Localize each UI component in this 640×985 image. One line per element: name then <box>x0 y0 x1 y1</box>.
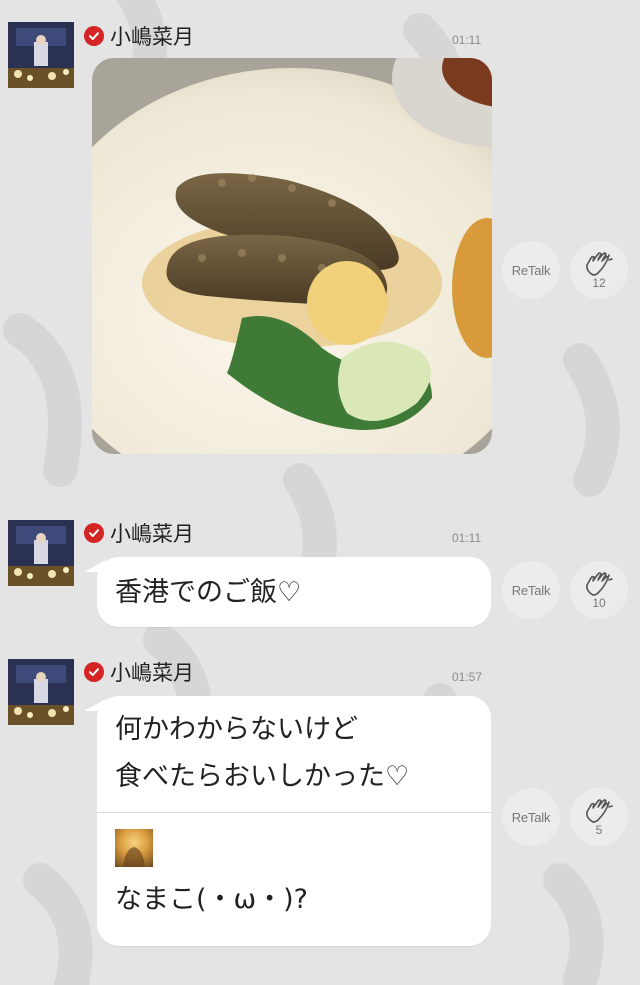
verified-badge-icon <box>84 523 104 543</box>
clap-icon <box>582 251 616 277</box>
retalk-label: ReTalk <box>511 582 551 598</box>
avatar[interactable] <box>8 520 74 586</box>
message-text: 香港でのご飯♡ <box>115 577 302 608</box>
avatar-image <box>8 22 74 88</box>
verified-badge-icon <box>84 26 104 46</box>
reply-thumbnail[interactable] <box>115 829 153 867</box>
clap-icon <box>582 798 616 824</box>
author-name[interactable]: 小嶋菜月 <box>110 518 194 548</box>
reply-divider <box>97 812 491 813</box>
clap-count: 12 <box>592 275 606 290</box>
message-bubble[interactable]: 香港でのご飯♡ <box>97 557 491 627</box>
clap-button[interactable]: 5 <box>570 788 628 846</box>
clap-icon <box>582 571 616 597</box>
message-time: 01:11 <box>452 531 482 545</box>
message-text: 何かわからないけど 食べたらおいしかった♡ <box>115 714 410 792</box>
avatar[interactable] <box>8 22 74 88</box>
message-time: 01:11 <box>452 33 482 47</box>
clap-count: 10 <box>592 595 606 610</box>
retalk-label: ReTalk <box>511 262 551 278</box>
clap-button[interactable]: 10 <box>570 561 628 619</box>
message-photo[interactable] <box>92 58 492 454</box>
author-name[interactable]: 小嶋菜月 <box>110 657 194 687</box>
message-bubble[interactable]: 何かわからないけど 食べたらおいしかった♡ なまこ(・ω・)? <box>97 696 491 946</box>
verified-badge-icon <box>84 662 104 682</box>
reply-text: なまこ(・ω・)? <box>115 884 309 915</box>
author-name[interactable]: 小嶋菜月 <box>110 21 194 51</box>
retalk-button[interactable]: ReTalk <box>502 788 560 846</box>
clap-button[interactable]: 12 <box>570 241 628 299</box>
clap-count: 5 <box>595 822 603 837</box>
avatar-image <box>8 659 74 725</box>
avatar[interactable] <box>8 659 74 725</box>
retalk-button[interactable]: ReTalk <box>502 561 560 619</box>
message-time: 01:57 <box>452 670 483 684</box>
photo-image <box>92 58 492 454</box>
retalk-button[interactable]: ReTalk <box>502 241 560 299</box>
retalk-label: ReTalk <box>511 809 551 825</box>
avatar-image <box>8 520 74 586</box>
